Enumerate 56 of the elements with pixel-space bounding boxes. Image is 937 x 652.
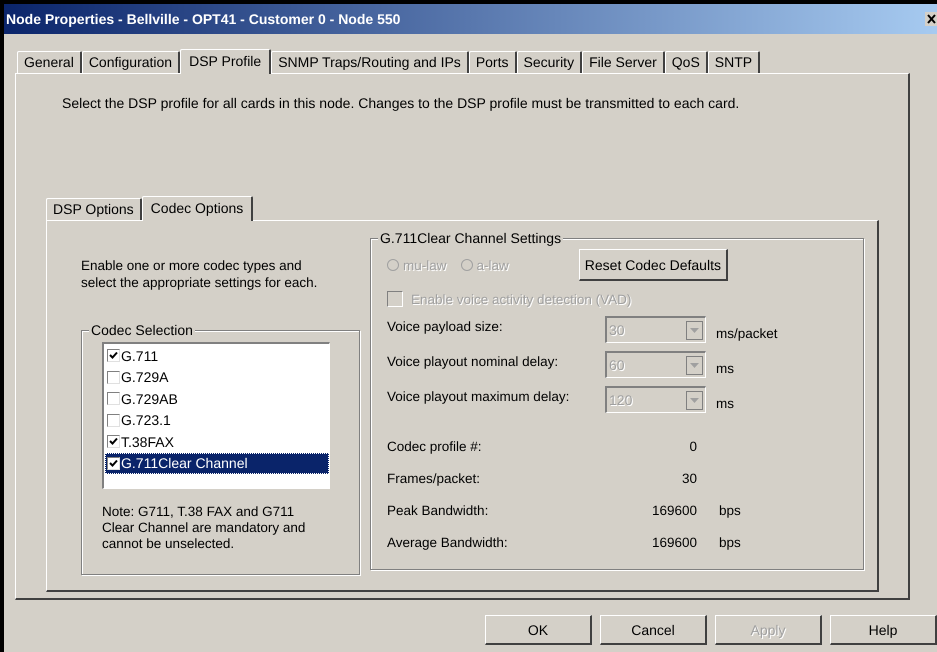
description-text: Select the DSP profile for all cards in this node. Changes to the DSP profile must be transmitted to each card. [61, 94, 740, 111]
reset-button[interactable]: Reset Codec Defaults [578, 249, 728, 281]
intro-text: Enable one or more codec types and select the appropriate settings for each. [81, 257, 318, 291]
checkbox[interactable] [107, 370, 120, 384]
dialog-button[interactable]: Cancel [600, 615, 707, 645]
stat-label: Frames/packet: [387, 470, 482, 486]
unit-label: ms [716, 361, 734, 376]
window-title: Node Properties - Bellville - OPT41 - Customer 0 - Node 550 [6, 11, 400, 27]
list-item[interactable]: G.729AB [105, 388, 329, 410]
unit-label: ms [716, 396, 734, 411]
codec-label: G.729A [121, 369, 168, 386]
stat-value: 0 [688, 438, 697, 454]
list-item[interactable]: G.723.1 [105, 410, 329, 431]
dialog-button[interactable]: Help [830, 615, 937, 645]
close-icon[interactable] [925, 12, 937, 26]
stat-label: Average Bandwidth: [387, 534, 509, 550]
tab[interactable]: File Server [582, 51, 665, 73]
checkbox[interactable] [107, 349, 120, 362]
codec-label: T.38FAX [121, 434, 174, 450]
checkbox[interactable] [107, 435, 120, 448]
stat-value: 169600 [650, 534, 697, 550]
checkbox[interactable] [107, 456, 120, 470]
tab[interactable]: DSP Profile [180, 49, 272, 74]
note-text: Note: G711, T.38 FAX and G711 Clear Channel are mandatory and cannot be unselected. [102, 504, 306, 552]
dialog-button[interactable]: OK [485, 615, 592, 645]
codec-label: G.711Clear Channel [121, 455, 248, 472]
unit-label: bps [719, 502, 741, 518]
checkbox[interactable] [107, 392, 120, 406]
tab[interactable]: Ports [468, 51, 516, 73]
stat-label: Codec profile #: [387, 438, 483, 454]
unit-label: bps [719, 534, 741, 550]
list-item[interactable]: G.729A [105, 366, 329, 388]
unit-label: ms/packet [716, 326, 778, 341]
tab[interactable]: QoS [664, 51, 708, 73]
list-item[interactable]: G.711 [105, 345, 329, 366]
codec-label: G.711 [121, 348, 158, 364]
tab[interactable]: SNTP [708, 51, 760, 73]
stat-value: 30 [680, 470, 697, 486]
codec-label: G.723.1 [121, 412, 171, 428]
list-item[interactable]: T.38FAX [105, 431, 329, 452]
field-label: Voice playout nominal delay: [387, 353, 560, 369]
tab[interactable]: DSP Options [46, 198, 142, 220]
tab[interactable]: Configuration [82, 51, 180, 73]
field-label: Voice playout maximum delay: [387, 388, 570, 404]
tab[interactable]: Codec Options [142, 196, 254, 221]
tab[interactable]: SNMP Traps/Routing and IPs [271, 51, 469, 73]
list-item[interactable]: G.711Clear Channel [105, 452, 329, 474]
field-label: Voice payload size: [387, 318, 504, 334]
codec-label: G.729AB [121, 390, 178, 407]
group-title: G.711Clear Channel Settings [378, 230, 564, 246]
tab[interactable]: Security [516, 51, 582, 73]
group-title: Codec Selection [89, 322, 195, 338]
tab[interactable]: General [17, 51, 82, 73]
checkbox[interactable] [107, 414, 120, 427]
stat-value: 169600 [650, 502, 697, 518]
stat-label: Peak Bandwidth: [387, 502, 490, 518]
